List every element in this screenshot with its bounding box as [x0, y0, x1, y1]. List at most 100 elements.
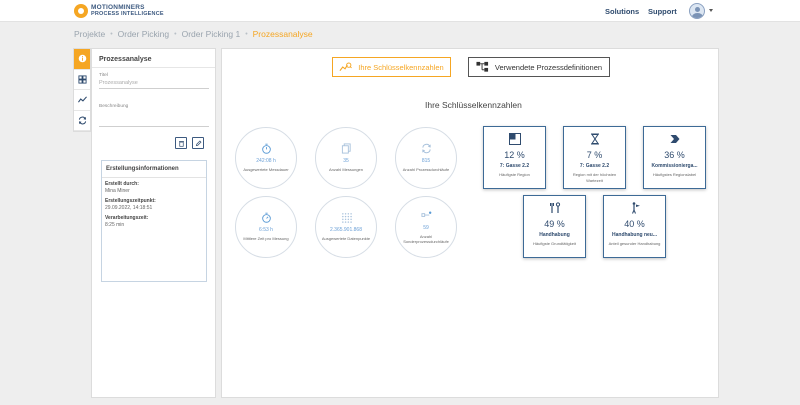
kpi-card-caption: Häufigstes Regionslabel: [652, 172, 697, 177]
kpi-value: 6:53 h: [259, 227, 273, 234]
kpi-value: 59: [423, 224, 429, 231]
trash-icon: [178, 140, 184, 147]
kpi-card-name: Kommissionierga...: [651, 163, 698, 169]
nav-support[interactable]: Support: [648, 7, 677, 16]
processing-time-label: Verarbeitungszeit:: [105, 215, 149, 221]
title-field-label: Titel: [99, 73, 108, 78]
copy-icon: [341, 143, 351, 154]
top-bar: MOTIONMINERS PROCESS INTELLIGENCE Soluti…: [0, 0, 800, 22]
breadcrumb: Projekte • Order Picking • Order Picking…: [74, 29, 313, 39]
tab-process[interactable]: [74, 111, 90, 131]
delete-button[interactable]: [175, 137, 187, 149]
creation-info-title: Erstellungsinformationen: [106, 166, 179, 172]
kpi-card-caption: Anteil gesunder Handhabung: [608, 241, 661, 246]
kpi-card-caption: Häufigste Grundtätigkeit: [533, 241, 576, 246]
kpi-special-process-runs: 59 Anzahl Sonderprozessdurchläufe: [395, 196, 457, 258]
stopwatch-icon: [261, 143, 271, 154]
info-circle-icon: [78, 54, 86, 63]
kpi-card-name: 7: Gasse 2.2: [499, 163, 530, 169]
details-panel: Prozessanalyse Titel Prozessanalyse Besc…: [91, 48, 216, 398]
breadcrumb-order-picking[interactable]: Order Picking: [118, 29, 170, 39]
kpi-card-percent: 40 %: [624, 219, 645, 229]
kpi-label: Anzahl Messungen: [328, 167, 364, 173]
kpi-card-name: 7: Gasse 2.2: [579, 163, 610, 169]
creation-info-box: Erstellungsinformationen Erstellt durch:…: [101, 160, 207, 282]
process-arrows-icon: [421, 144, 431, 154]
region-icon: [508, 133, 521, 145]
logo-mark-icon: [74, 4, 88, 18]
user-avatar[interactable]: [689, 3, 705, 19]
logo-line-2: PROCESS INTELLIGENCE: [91, 11, 164, 17]
kpi-label: Anzahl Sonderprozessdurchläufe: [403, 233, 449, 245]
nav-solutions[interactable]: Solutions: [605, 7, 639, 16]
kpi-card-healthy-handling[interactable]: 40 % Handhabung neu... Anteil gesunder H…: [603, 195, 666, 258]
kpi-card-percent: 7 %: [586, 150, 603, 160]
kpi-label: Anzahl Prozessdurchläufe: [402, 167, 450, 173]
kpi-value: 35: [343, 158, 349, 165]
kpi-value: 2.365.901.868: [330, 227, 362, 234]
kpi-mean-time-per-measurement: 6:53 h Mittlere Zeit pro Messung: [235, 196, 297, 258]
section-title: Ihre Schlüsselkennzahlen: [425, 100, 522, 110]
kpi-card-percent: 12 %: [504, 150, 525, 160]
breadcrumb-current: Prozessanalyse: [252, 29, 313, 39]
side-tab-strip: [73, 48, 91, 132]
refresh-icon: [78, 116, 86, 125]
title-field-underline: [99, 88, 209, 89]
chevron-down-icon[interactable]: [709, 9, 713, 12]
divider: [92, 67, 215, 68]
breadcrumb-separator-icon: •: [245, 30, 248, 38]
kpi-card-percent: 36 %: [664, 150, 685, 160]
created-at-value: 29.09.2022, 14:18:51: [105, 205, 153, 211]
tab-analysis[interactable]: [74, 90, 90, 111]
tab-overview[interactable]: [74, 70, 90, 90]
kpi-card-caption: Häufigste Region: [499, 172, 530, 177]
special-process-icon: [420, 211, 431, 217]
kpi-card-name: Handhabung neu...: [612, 232, 657, 238]
chart-icon: [77, 96, 87, 103]
kpi-card-basic-activity[interactable]: 49 % Handhabung Häufigste Grundtätigkeit: [523, 195, 586, 258]
kpi-process-runs: 815 Anzahl Prozessdurchläufe: [395, 127, 457, 189]
created-at-label: Erstellungszeitpunkt:: [105, 198, 156, 204]
edit-button[interactable]: [192, 137, 204, 149]
kpi-card-percent: 49 %: [544, 219, 565, 229]
process-definitions-toggle-button[interactable]: Verwendete Prozessdefinitionen: [468, 57, 610, 77]
kpi-label: Ausgewertete Datenpunkte: [321, 236, 371, 242]
pencil-icon: [195, 140, 201, 146]
kpi-value: 815: [421, 158, 431, 165]
healthy-handling-icon: [631, 202, 640, 214]
created-by-value: Mina Miner: [105, 188, 130, 194]
panel-title: Prozessanalyse: [99, 56, 152, 63]
kpis-toggle-label: Ihre Schlüsselkennzahlen: [358, 62, 444, 72]
description-field-label: Beschreibung: [99, 104, 129, 109]
main-panel: Ihre Schlüsselkennzahlen Verwendete Proz…: [221, 48, 719, 398]
breadcrumb-separator-icon: •: [110, 30, 113, 38]
divider: [102, 177, 206, 178]
created-by-label: Erstellt durch:: [105, 181, 139, 187]
label-tag-icon: [670, 135, 679, 143]
kpi-card-highest-wait-region[interactable]: 7 % 7: Gasse 2.2 Region mit der höchsten…: [563, 126, 626, 189]
title-field[interactable]: Prozessanalyse: [99, 80, 138, 86]
kpi-label: Ausgewertete Messdauer: [243, 167, 289, 173]
description-field[interactable]: [99, 126, 209, 127]
hourglass-icon: [590, 133, 599, 145]
kpi-measurement-duration: 242:08 h Ausgewertete Messdauer: [235, 127, 297, 189]
company-logo[interactable]: MOTIONMINERS PROCESS INTELLIGENCE: [74, 3, 164, 19]
kpi-card-most-frequent-region[interactable]: 12 % 7: Gasse 2.2 Häufigste Region: [483, 126, 546, 189]
kpi-label: Mittlere Zeit pro Messung: [243, 236, 289, 242]
kpi-value: 242:08 h: [256, 158, 276, 165]
process-definitions-toggle-label: Verwendete Prozessdefinitionen: [494, 62, 603, 72]
kpi-measurement-count: 35 Anzahl Messungen: [315, 127, 377, 189]
processing-time-value: 8:25 min: [105, 222, 125, 228]
trend-magnifier-icon: [339, 62, 353, 72]
kpi-card-region-label[interactable]: 36 % Kommissionierga... Häufigstes Regio…: [643, 126, 706, 189]
hierarchy-icon: [476, 61, 488, 72]
breadcrumb-projekte[interactable]: Projekte: [74, 29, 105, 39]
kpi-card-caption: Region mit der höchsten Wartezeit: [572, 172, 617, 183]
breadcrumb-separator-icon: •: [174, 30, 177, 38]
kpi-data-points: 2.365.901.868 Ausgewertete Datenpunkte: [315, 196, 377, 258]
tab-info[interactable]: [74, 49, 90, 70]
kpis-toggle-button[interactable]: Ihre Schlüsselkennzahlen: [332, 57, 451, 77]
breadcrumb-order-picking-1[interactable]: Order Picking 1: [182, 29, 241, 39]
dots-grid-icon: [341, 213, 352, 224]
handling-tools-icon: [549, 202, 560, 213]
